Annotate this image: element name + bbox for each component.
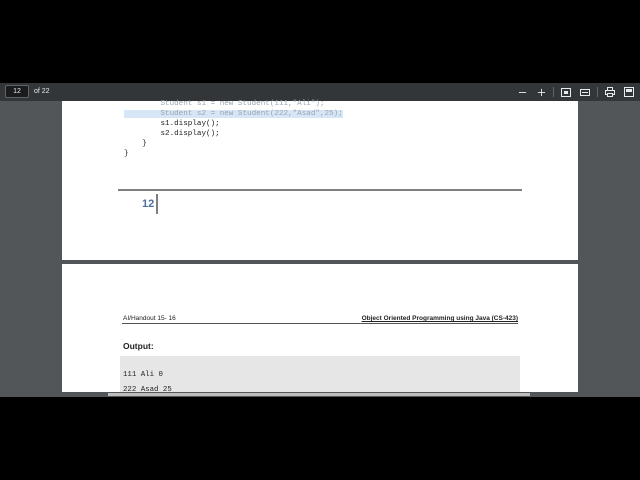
footer-divider [156,194,159,214]
code-line: } [124,140,147,148]
code-line: s2.display(); [124,130,220,138]
footer-rule [118,189,522,191]
print-button[interactable] [603,85,617,99]
fit-page-icon [561,87,571,97]
code-line: Student s1 = new Student(111,"Ali"); [124,100,325,108]
fit-page-button[interactable] [559,85,573,99]
zoom-in-button[interactable] [534,85,548,99]
output-heading: Output: [123,341,154,351]
print-icon [605,87,615,97]
toolbar-divider [553,87,554,97]
page-number-input[interactable] [5,85,29,98]
code-line: s1.display(); [124,120,220,128]
output-line: 111 Ali 0 [123,371,163,379]
zoom-out-button[interactable] [515,85,529,99]
page-header-right: Object Oriented Programming using Java (… [361,315,518,322]
toolbar-icon-group [510,84,636,100]
plus-icon [537,88,545,96]
pdf-page-13: AI/Handout 15- 16 Object Oriented Progra… [62,264,578,397]
minus-icon [518,91,526,93]
rotate-icon [580,88,590,96]
horizontal-scrollbar[interactable] [0,392,640,397]
code-block: Student s1 = new Student(111,"Ali"); Stu… [124,99,343,179]
header-rule [122,323,518,324]
code-line-text: Student s2 = new Student(222,"Asad",25); [124,110,343,118]
page-total-label: of 22 [34,88,50,95]
download-button[interactable] [622,85,636,99]
download-icon [624,87,634,97]
output-block: 111 Ali 0 222 Asad 25 [120,356,520,397]
scrollbar-thumb[interactable] [108,393,530,396]
code-line: Student s2 = new Student(222,"Asad",25); [124,109,343,119]
pdf-viewer: of 22 Stude [0,83,640,397]
toolbar-divider [597,87,598,97]
page-number: 12 [142,198,155,210]
page-header-left: AI/Handout 15- 16 [123,315,176,322]
code-line: } [124,150,129,158]
rotate-button[interactable] [578,85,592,99]
page-footer: 12 [142,194,159,214]
pdf-page-12: Student s1 = new Student(111,"Ali"); Stu… [62,99,578,260]
